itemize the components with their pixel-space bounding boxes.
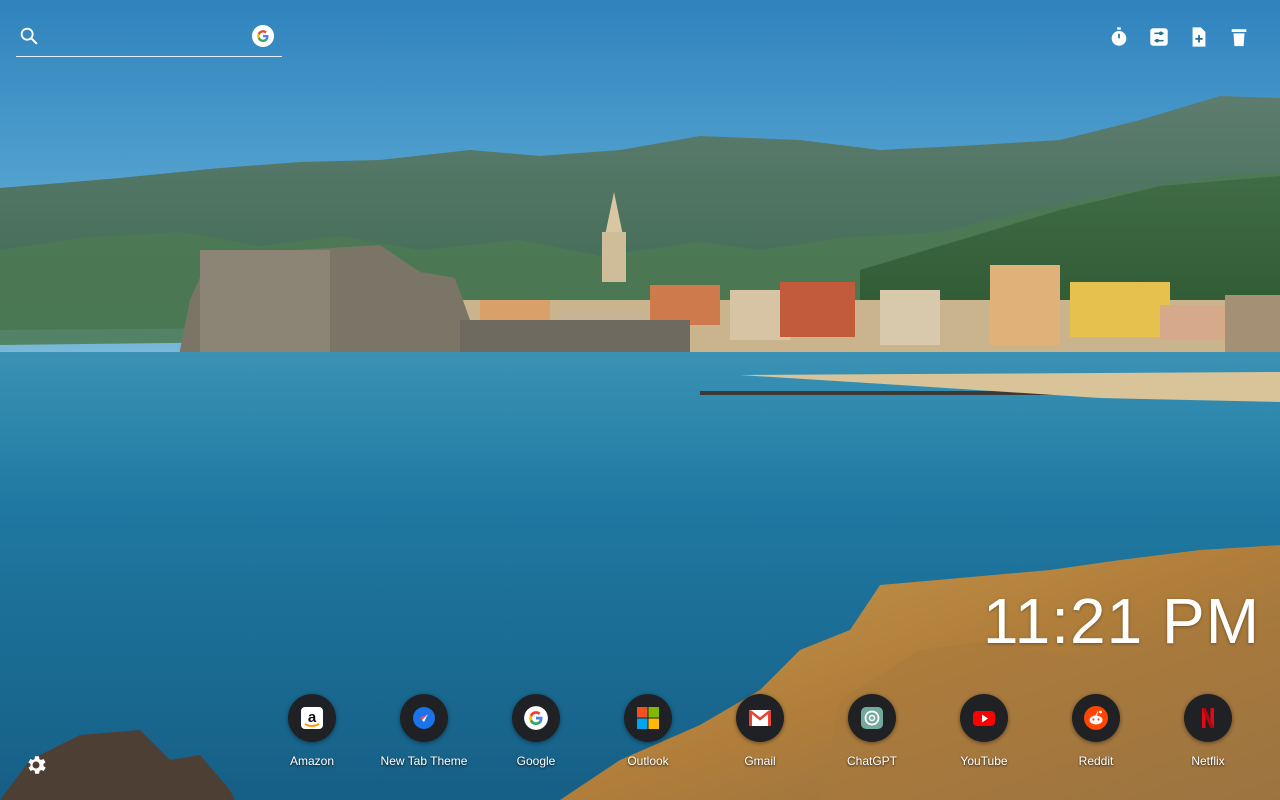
add-file-icon (1192, 27, 1206, 47)
google-icon[interactable] (252, 25, 274, 47)
chatgpt-icon (861, 707, 883, 729)
netflix-icon (1202, 708, 1214, 728)
microsoft-icon (637, 707, 659, 729)
amazon-icon: a (301, 707, 323, 729)
shortcut-chatgpt[interactable]: ChatGPT (816, 694, 928, 774)
shortcut-google[interactable]: Google (480, 694, 592, 774)
shortcut-amazon[interactable]: a Amazon (256, 694, 368, 774)
trash-button[interactable] (1226, 24, 1252, 50)
search-input[interactable] (48, 24, 248, 52)
svg-text:a: a (308, 709, 317, 726)
timer-button[interactable] (1106, 24, 1132, 50)
shortcut-reddit-circle (1072, 694, 1120, 742)
shortcut-new-tab-theme[interactable]: New Tab Theme (368, 694, 480, 774)
gmail-icon (749, 710, 771, 726)
shortcut-netflix[interactable]: Netflix (1152, 694, 1264, 774)
toolbar (1106, 24, 1252, 50)
shortcut-youtube-circle (960, 694, 1008, 742)
trash-icon (1231, 29, 1247, 47)
clock: 11:21 PM (982, 585, 1260, 657)
compass-icon (413, 707, 435, 729)
shortcut-label: Netflix (1191, 754, 1225, 768)
shortcut-label: Amazon (289, 754, 335, 768)
shortcut-netflix-circle (1184, 694, 1232, 742)
shortcut-new-tab-theme-circle (400, 694, 448, 742)
shortcut-gmail-circle (736, 694, 784, 742)
search-icon[interactable] (18, 25, 40, 47)
shortcut-label: YouTube (960, 754, 1008, 768)
reddit-icon (1084, 706, 1108, 730)
google-icon (524, 706, 548, 730)
shortcut-label: ChatGPT (846, 754, 897, 768)
shortcut-label: Google (516, 754, 556, 768)
timer-icon (1111, 27, 1127, 46)
shortcut-amazon-circle: a (288, 694, 336, 742)
shortcut-label: Gmail (744, 754, 776, 768)
shortcut-youtube[interactable]: YouTube (928, 694, 1040, 774)
shortcut-gmail[interactable]: Gmail (704, 694, 816, 774)
shortcut-outlook-circle (624, 694, 672, 742)
settings-sliders-button[interactable] (1146, 24, 1172, 50)
shortcut-google-circle (512, 694, 560, 742)
shortcut-reddit[interactable]: Reddit (1040, 694, 1152, 774)
shortcuts-bar: a Amazon New Tab Theme Google Outlook Gm… (256, 694, 1280, 774)
sliders-icon (1150, 28, 1168, 46)
shortcut-outlook[interactable]: Outlook (592, 694, 704, 774)
search-bar (16, 20, 282, 57)
background-landscape-image (0, 0, 1280, 800)
settings-gear-icon[interactable] (24, 753, 48, 777)
shortcut-chatgpt-circle (848, 694, 896, 742)
shortcut-label: Reddit (1078, 754, 1114, 768)
youtube-icon (973, 711, 995, 726)
shortcut-label: New Tab Theme (380, 754, 468, 768)
add-file-button[interactable] (1186, 24, 1212, 50)
shortcut-label: Outlook (627, 754, 669, 768)
